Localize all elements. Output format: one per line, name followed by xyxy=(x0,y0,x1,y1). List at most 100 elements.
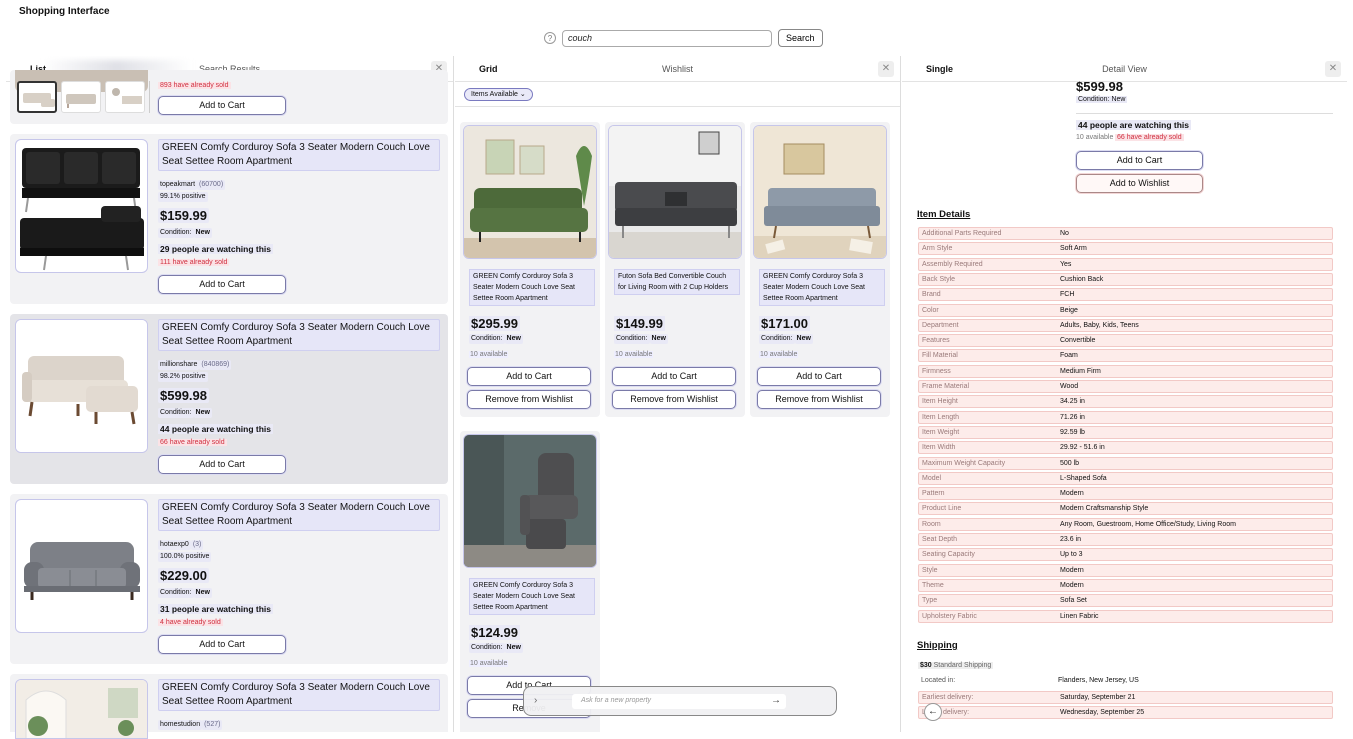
detail-value: 23.6 in xyxy=(1060,536,1082,543)
detail-value: Foam xyxy=(1060,352,1078,360)
sold-count: 4 have already sold xyxy=(158,619,223,626)
product-title[interactable]: GREEN Comfy Corduroy Sofa 3 Seater Moder… xyxy=(469,269,595,306)
add-to-cart-button[interactable]: Add to Cart xyxy=(1076,151,1203,170)
close-icon[interactable]: ✕ xyxy=(878,61,894,77)
product-price: $295.99 xyxy=(469,316,520,331)
help-icon[interactable]: ? xyxy=(544,32,556,44)
product-image[interactable] xyxy=(15,319,148,453)
shipping-value: Saturday, September 21 xyxy=(1060,693,1136,701)
detail-key: Theme xyxy=(922,581,944,589)
product-image[interactable] xyxy=(753,125,887,259)
detail-key: Brand xyxy=(922,291,941,299)
wishlist-panel-title: Wishlist xyxy=(662,64,693,74)
detail-key: Features xyxy=(922,337,950,345)
detail-row: Product Line Modern Craftsmanship Style xyxy=(918,502,1333,516)
detail-watch-count: 44 people are watching this xyxy=(1076,120,1192,130)
product-title[interactable]: Futon Sofa Bed Convertible Couch for Liv… xyxy=(614,269,740,295)
product-image[interactable] xyxy=(463,125,597,259)
back-arrow-icon[interactable]: ← xyxy=(924,703,942,721)
detail-row: Style Modern xyxy=(918,563,1333,577)
condition: Condition: New xyxy=(759,334,813,344)
detail-key: Type xyxy=(922,597,938,605)
list-item: GREEN Comfy Corduroy Sofa 3 Seater Moder… xyxy=(10,674,448,739)
detail-value: 500 lb xyxy=(1060,459,1080,467)
detail-key: Item Length xyxy=(922,413,959,421)
detail-value: Linen Fabric xyxy=(1060,612,1099,620)
watch-count: 44 people are watching this xyxy=(158,424,274,434)
condition: Condition: New xyxy=(469,643,523,653)
detail-key: Assembly Required xyxy=(922,260,983,268)
expand-chevron-icon[interactable]: › xyxy=(534,695,537,706)
detail-value: Beige xyxy=(1060,306,1078,314)
product-image[interactable] xyxy=(608,125,742,259)
detail-key: Item Height xyxy=(922,398,958,406)
product-title[interactable]: GREEN Comfy Corduroy Sofa 3 Seater Moder… xyxy=(158,139,440,171)
detail-row: Features Convertible xyxy=(918,334,1333,348)
add-to-wishlist-button[interactable]: Add to Wishlist xyxy=(1076,174,1203,193)
remove-from-wishlist-button[interactable]: Remove from Wishlist xyxy=(757,390,881,409)
list-item: GREEN Comfy Corduroy Sofa 3 Seater Moder… xyxy=(10,134,448,304)
product-image[interactable] xyxy=(463,434,597,568)
close-icon[interactable]: ✕ xyxy=(1325,61,1341,77)
detail-key: Item Width xyxy=(922,444,956,452)
product-image[interactable] xyxy=(15,139,148,273)
detail-row: Fill Material Foam xyxy=(918,349,1333,363)
panel-divider[interactable] xyxy=(900,56,901,732)
detail-key: Maximum Weight Capacity xyxy=(922,459,1006,467)
product-title[interactable]: GREEN Comfy Corduroy Sofa 3 Seater Moder… xyxy=(759,269,885,306)
availability: 10 available xyxy=(469,351,509,358)
add-to-cart-button[interactable]: Add to Cart xyxy=(158,635,286,654)
detail-row: Department Adults, Baby, Kids, Teens xyxy=(918,318,1333,332)
search-input[interactable] xyxy=(562,29,772,47)
detail-row: Item Width 29.92 - 51.6 in xyxy=(918,441,1333,455)
thumbnail-image[interactable] xyxy=(17,81,57,113)
shipping-value: Wednesday, September 25 xyxy=(1060,709,1145,716)
detail-row: Theme Modern xyxy=(918,578,1333,592)
product-title[interactable]: GREEN Comfy Corduroy Sofa 3 Seater Moder… xyxy=(469,578,595,615)
availability: 10 available xyxy=(614,351,654,358)
add-to-cart-button[interactable]: Add to Cart xyxy=(158,275,286,294)
submit-arrow-icon[interactable]: → xyxy=(771,695,781,706)
detail-value: Modern xyxy=(1060,566,1084,574)
detail-row: Frame Material Wood xyxy=(918,380,1333,393)
thumbnail-image[interactable] xyxy=(105,81,145,113)
shipping-heading: Shipping xyxy=(917,640,958,651)
detail-key: Firmness xyxy=(922,367,951,375)
product-title[interactable]: GREEN Comfy Corduroy Sofa 3 Seater Moder… xyxy=(158,679,440,711)
availability-filter[interactable]: Items Available ⌄ xyxy=(464,88,533,101)
detail-row: Type Sofa Set xyxy=(918,594,1333,608)
shipping-key: Earliest delivery: xyxy=(922,693,974,701)
detail-value: Modern xyxy=(1060,581,1084,589)
ask-property-input[interactable]: Ask for a new property xyxy=(572,694,786,709)
detail-key: Item Weight xyxy=(922,428,960,436)
app-title: Shopping Interface xyxy=(19,6,110,17)
add-to-cart-button[interactable]: Add to Cart xyxy=(158,455,286,474)
add-to-cart-button[interactable]: Add to Cart xyxy=(158,96,286,115)
search-button[interactable]: Search xyxy=(778,29,823,47)
detail-value: Yes xyxy=(1060,260,1072,268)
detail-row: Assembly Required Yes xyxy=(918,257,1333,271)
seller-rating: 100.0% positive xyxy=(158,552,212,562)
condition: Condition: New xyxy=(614,334,668,344)
add-to-cart-button[interactable]: Add to Cart xyxy=(467,367,591,386)
detail-key: Department xyxy=(922,321,959,329)
add-to-cart-button[interactable]: Add to Cart xyxy=(612,367,736,386)
remove-from-wishlist-button[interactable]: Remove from Wishlist xyxy=(612,390,736,409)
thumbnail-image[interactable] xyxy=(61,81,101,113)
detail-key: Upholstery Fabric xyxy=(922,612,977,620)
add-to-cart-button[interactable]: Add to Cart xyxy=(757,367,881,386)
detail-value: 92.59 lb xyxy=(1060,428,1085,436)
detail-key: Product Line xyxy=(922,505,962,513)
product-title[interactable]: GREEN Comfy Corduroy Sofa 3 Seater Moder… xyxy=(158,499,440,531)
detail-row: Arm Style Soft Arm xyxy=(918,242,1333,256)
remove-from-wishlist-button[interactable]: Remove from Wishlist xyxy=(467,390,591,409)
product-title[interactable]: GREEN Comfy Corduroy Sofa 3 Seater Moder… xyxy=(158,319,440,351)
panel-divider[interactable] xyxy=(453,56,454,732)
detail-value: Up to 3 xyxy=(1060,551,1083,559)
wishlist-item: Futon Sofa Bed Convertible Couch for Liv… xyxy=(605,122,745,417)
product-image[interactable] xyxy=(15,499,148,633)
detail-key: Style xyxy=(922,566,938,574)
thumbnail-overflow[interactable] xyxy=(149,81,155,113)
detail-key: Back Style xyxy=(922,275,956,283)
product-image[interactable] xyxy=(15,679,148,739)
